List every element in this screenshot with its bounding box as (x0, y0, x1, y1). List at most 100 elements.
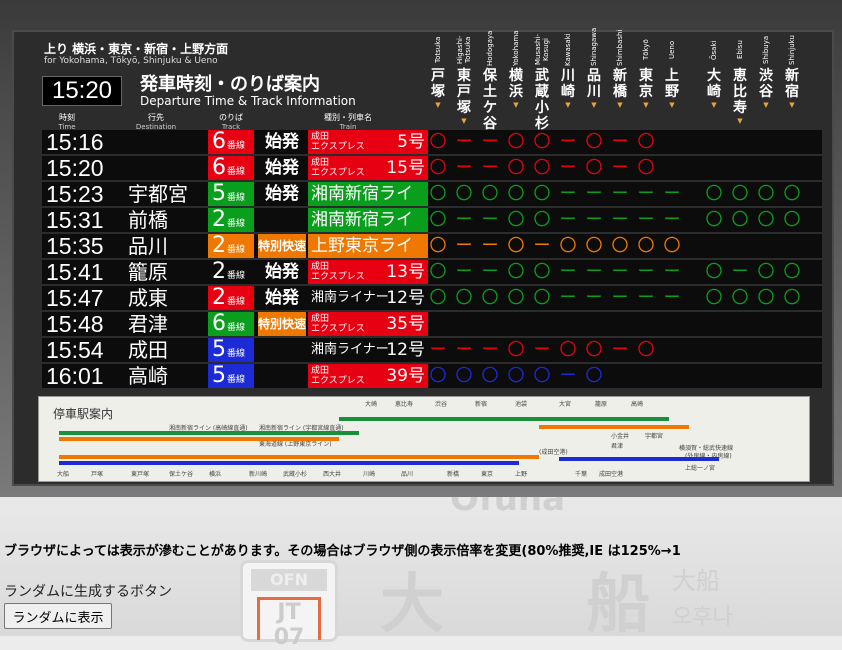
stop-circle-icon: 〇 (429, 288, 447, 308)
station-name-en: Musashi-Kosugi (534, 34, 550, 66)
station-arrow-icon: ▼ (617, 101, 623, 109)
station-name-en: Kawasaki (564, 33, 572, 66)
pass-dash-icon: ー (585, 262, 603, 282)
track-suffix: 番線 (227, 167, 246, 177)
pass-dash-icon: ー (481, 236, 499, 256)
stop-circle-icon: 〇 (507, 340, 525, 360)
map-label-right: 小金井 (611, 433, 630, 440)
departure-row: 15:23宇都宮5番線始発湘南新宿ライン〇〇〇〇〇ーーーーー〇〇〇〇 (42, 182, 822, 230)
stop-circle-icon: 〇 (637, 236, 655, 256)
departure-time: 15:20 (46, 155, 104, 181)
station-column-saki: Ōsaki 大崎 ▼ (702, 34, 726, 109)
station-code: OFN (251, 569, 327, 591)
departure-destination: 君津 (128, 312, 168, 336)
departure-destination (128, 156, 206, 180)
pass-dash-icon: ー (559, 132, 577, 152)
departure-destination: 高崎 (128, 364, 168, 388)
departure-row: 15:16 6番線 始発 成田 エクスプレス 5号〇ーー〇〇ー〇ー〇 (42, 130, 822, 154)
stop-markers: 〇ーー〇〇ー〇ー〇 (430, 130, 810, 154)
train-kind (258, 338, 306, 362)
pass-dash-icon: ー (481, 158, 499, 178)
random-display-button[interactable]: ランダムに表示 (4, 603, 112, 629)
station-name-en: Ueno (668, 40, 676, 60)
background-station-korean: 오후나 (672, 605, 733, 630)
station-name-ja: 品川 (587, 68, 601, 100)
train-number: 5号 (397, 132, 425, 152)
stop-circle-icon: 〇 (507, 262, 525, 282)
train-name: 湘南新宿ライン (308, 208, 428, 256)
map-station-bottom: 品川 (401, 471, 414, 478)
pass-dash-icon: ー (455, 158, 473, 178)
track-number: 5 (212, 337, 226, 362)
train-kind: 特別快速 (258, 234, 306, 258)
station-column-musashikosugi: Musashi-Kosugi武蔵小杉▼ (530, 34, 554, 141)
station-name-ja: 大崎 (707, 68, 721, 100)
stop-circle-icon: 〇 (429, 158, 447, 178)
station-column-kawasaki: Kawasaki 川崎 ▼ (556, 33, 580, 109)
train-name-line1: 成田 (311, 158, 330, 168)
stop-circle-icon: 〇 (559, 236, 577, 256)
pass-dash-icon: ー (533, 340, 551, 360)
map-line-takasaki (539, 425, 689, 429)
map-station-bottom: 保土ケ谷 (169, 471, 194, 478)
map-station-top: 新宿 (475, 401, 488, 408)
station-arrow-icon: ▼ (435, 101, 441, 109)
station-arrow-icon: ▼ (591, 101, 597, 109)
pass-dash-icon: ー (481, 210, 499, 230)
pass-dash-icon: ー (481, 132, 499, 152)
train-name: 成田 エクスプレス 35号 (308, 312, 428, 336)
train-name-line2: エクスプレス (311, 142, 365, 152)
train-name: 湘南新宿ライン (308, 182, 428, 230)
stop-circle-icon: 〇 (637, 132, 655, 152)
stop-circle-icon: 〇 (533, 158, 551, 178)
train-number: 15号 (386, 158, 425, 178)
stop-circle-icon: 〇 (533, 288, 551, 308)
stop-markers: 〇〇〇〇〇ー〇 (430, 364, 810, 388)
pass-dash-icon: ー (481, 262, 499, 282)
stop-circle-icon: 〇 (585, 366, 603, 386)
pass-dash-icon: ー (663, 184, 681, 204)
departure-track: 2番線 (208, 260, 254, 284)
pass-dash-icon: ー (637, 262, 655, 282)
stop-circle-icon: 〇 (533, 184, 551, 204)
train-name-line1: 成田 (311, 132, 330, 142)
station-name-ja: 恵比寿 (733, 68, 747, 116)
train-name: 湘南ライナー 12号 (308, 338, 428, 362)
station-arrow-icon: ▼ (789, 101, 795, 109)
stop-circle-icon: 〇 (637, 158, 655, 178)
stop-markers: 〇ーー〇〇ー〇ー〇 (430, 156, 810, 180)
station-column-ebisu: Ebisu 恵比寿 ▼ (728, 34, 752, 125)
station-column-shibuya: Shibuya 渋谷 ▼ (754, 34, 778, 109)
pass-dash-icon: ー (731, 262, 749, 282)
track-number: 2 (212, 259, 226, 284)
track-number: 6 (212, 129, 226, 154)
train-name: 成田 エクスプレス 5号 (308, 130, 428, 154)
board-header: 上り 横浜・東京・新宿・上野方面 for Yokohama, Tōkyō, Sh… (14, 28, 832, 141)
map-station-bottom: 千葉 (575, 471, 588, 478)
departure-track: 6番線 (208, 130, 254, 154)
pass-dash-icon: ー (611, 132, 629, 152)
train-name-two-line: 成田 エクスプレス (311, 158, 365, 178)
station-arrow-icon: ▼ (669, 101, 675, 109)
stop-markers: 〇〇〇〇〇ーーーーー〇〇〇〇 (430, 286, 810, 310)
stop-circle-icon: 〇 (429, 210, 447, 230)
stop-circle-icon: 〇 (429, 262, 447, 282)
map-label-right: 上総一ノ宮 (685, 465, 716, 472)
map-station-top: 池袋 (515, 401, 528, 408)
pass-dash-icon: ー (455, 340, 473, 360)
stop-circle-icon: 〇 (559, 340, 577, 360)
stop-circle-icon: 〇 (611, 236, 629, 256)
stop-markers: 〇ーー〇ー〇〇〇〇〇 (430, 234, 810, 258)
track-suffix: 番線 (227, 349, 246, 359)
pass-dash-icon: ー (611, 210, 629, 230)
departure-row: 15:48 君津 6番線 特別快速 成田 エクスプレス 35号 (42, 312, 822, 336)
train-number: 12号 (386, 288, 425, 308)
stop-circle-icon: 〇 (705, 210, 723, 230)
departure-row: 15:47 成東 2番線 始発 湘南ライナー 12号〇〇〇〇〇ーーーーー〇〇〇〇 (42, 286, 822, 310)
train-kind: 始発 (265, 132, 299, 152)
stop-circle-icon: 〇 (757, 262, 775, 282)
map-line-label: 湘南新宿ライン (高崎線直通) (169, 425, 248, 432)
board-title-ja: 発車時刻・のりば案内 (140, 74, 320, 95)
stop-circle-icon: 〇 (533, 210, 551, 230)
station-arrow-icon: ▼ (461, 117, 467, 125)
